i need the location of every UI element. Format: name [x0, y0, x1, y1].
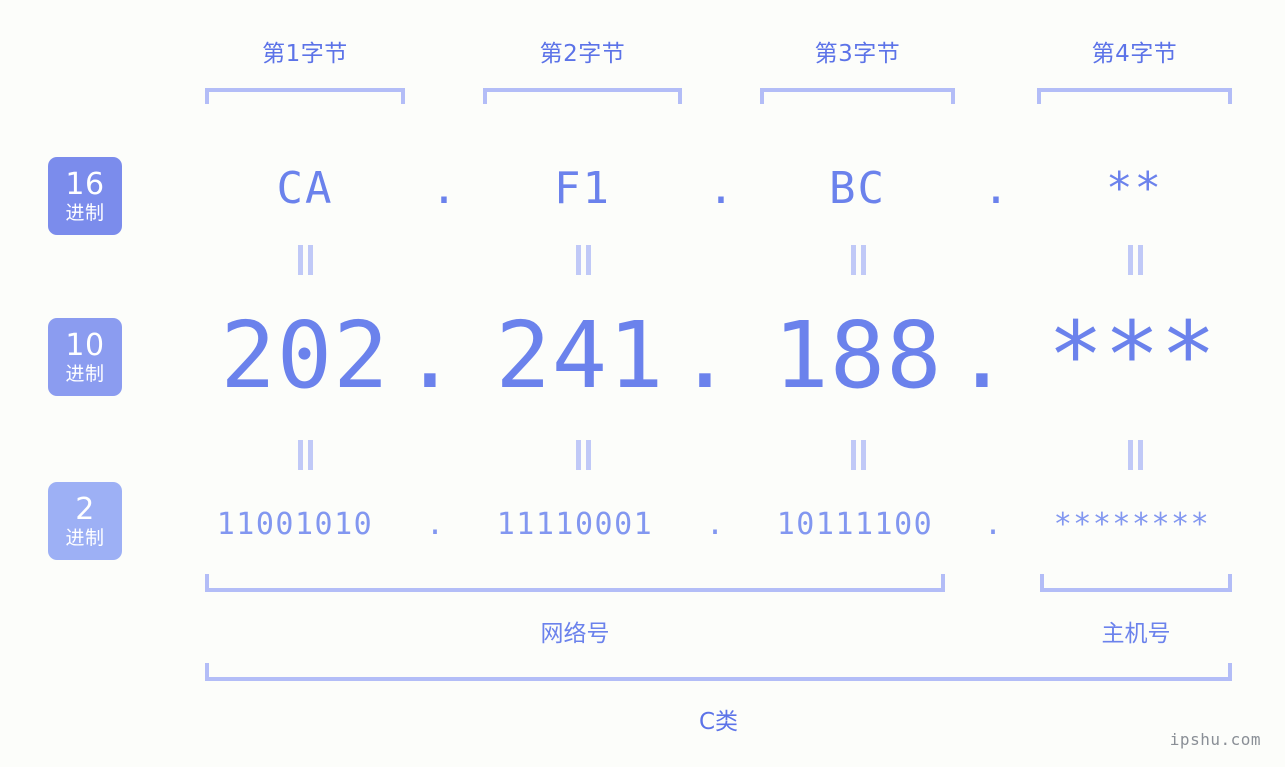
byte-header-label-2: 第2字节: [539, 41, 626, 67]
binary-separator-1: .: [425, 506, 445, 542]
hex-row: CA . F1 . BC . **: [0, 153, 1285, 223]
decimal-separator-1: .: [402, 301, 458, 409]
byte-header-label-1: 第1字节: [262, 41, 348, 67]
decimal-separator-2: .: [677, 301, 733, 409]
hex-octet-3: BC: [829, 162, 886, 214]
binary-octet-2: 11110001: [496, 506, 654, 542]
byte-header-label-3: 第3字节: [814, 41, 901, 67]
byte-header-label-4: 第4字节: [1091, 41, 1178, 67]
equals-icon-dec-bin-2: [573, 440, 593, 470]
decimal-octet-2: 241: [495, 301, 665, 409]
equals-icon-dec-bin-4: [1125, 440, 1145, 470]
hex-octet-2: F1: [554, 162, 611, 214]
decimal-row: 202 . 241 . 188 . ***: [0, 300, 1285, 410]
equals-icon-hex-dec-1: [295, 245, 315, 275]
hex-octet-4: **: [1106, 162, 1163, 214]
hex-octet-1: CA: [276, 162, 334, 214]
equals-icon-dec-bin-3: [848, 440, 868, 470]
decimal-octet-3: 188: [773, 301, 943, 409]
binary-row: 11001010 . 11110001 . 10111100 . *******…: [0, 498, 1285, 550]
decimal-separator-3: .: [954, 301, 1010, 409]
byte-bracket-1: [205, 88, 405, 104]
hex-separator-2: .: [707, 162, 735, 214]
byte-bracket-4: [1037, 88, 1232, 104]
equals-icon-dec-bin-1: [295, 440, 315, 470]
decimal-octet-1: 202: [220, 301, 390, 409]
network-bracket: [205, 574, 945, 592]
byte-bracket-3: [760, 88, 955, 104]
host-label: 主机号: [1101, 621, 1171, 647]
binary-separator-3: .: [983, 506, 1003, 542]
host-bracket: [1040, 574, 1232, 592]
hex-separator-1: .: [430, 162, 458, 214]
ip-breakdown-diagram: 第1字节 第2字节 第3字节 第4字节 16 进制 10 进制 2 进制 CA …: [0, 0, 1285, 767]
binary-octet-3: 10111100: [776, 506, 934, 542]
equals-icon-hex-dec-2: [573, 245, 593, 275]
watermark: ipshu.com: [1169, 730, 1261, 749]
class-label: C类: [698, 709, 739, 735]
hex-separator-3: .: [982, 162, 1010, 214]
equals-icon-hex-dec-3: [848, 245, 868, 275]
equals-icon-hex-dec-4: [1125, 245, 1145, 275]
binary-separator-2: .: [705, 506, 725, 542]
byte-bracket-2: [483, 88, 682, 104]
class-bracket: [205, 663, 1232, 681]
decimal-octet-4: ***: [1047, 301, 1218, 409]
binary-octet-1: 11001010: [216, 506, 374, 542]
network-label: 网络号: [540, 621, 610, 647]
binary-octet-4: ********: [1053, 506, 1211, 542]
